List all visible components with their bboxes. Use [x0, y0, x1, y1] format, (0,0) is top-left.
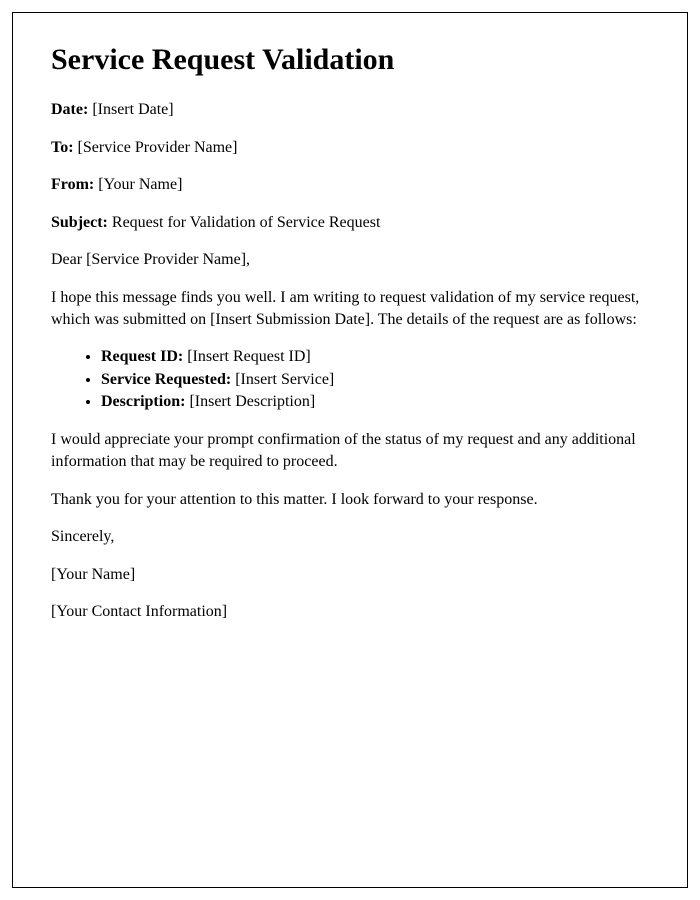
- to-line: To: [Service Provider Name]: [51, 137, 649, 159]
- page-title: Service Request Validation: [51, 43, 649, 77]
- signature-contact: [Your Contact Information]: [51, 601, 649, 623]
- from-value: [Your Name]: [94, 176, 182, 193]
- list-item: Request ID: [Insert Request ID]: [101, 346, 649, 368]
- request-id-value: [Insert Request ID]: [183, 348, 311, 365]
- thanks-paragraph: Thank you for your attention to this mat…: [51, 489, 649, 511]
- salutation: Dear [Service Provider Name],: [51, 249, 649, 271]
- service-requested-value: [Insert Service]: [231, 371, 334, 388]
- description-label: Description:: [101, 393, 185, 410]
- subject-line: Subject: Request for Validation of Servi…: [51, 212, 649, 234]
- from-line: From: [Your Name]: [51, 174, 649, 196]
- service-requested-label: Service Requested:: [101, 371, 231, 388]
- subject-label: Subject:: [51, 214, 108, 231]
- description-value: [Insert Description]: [185, 393, 315, 410]
- list-item: Service Requested: [Insert Service]: [101, 369, 649, 391]
- document-frame: Service Request Validation Date: [Insert…: [12, 12, 688, 888]
- request-details-list: Request ID: [Insert Request ID] Service …: [101, 346, 649, 413]
- to-label: To:: [51, 139, 74, 156]
- date-line: Date: [Insert Date]: [51, 99, 649, 121]
- date-label: Date:: [51, 101, 88, 118]
- subject-value: Request for Validation of Service Reques…: [108, 214, 381, 231]
- date-value: [Insert Date]: [88, 101, 173, 118]
- intro-paragraph: I hope this message finds you well. I am…: [51, 287, 649, 330]
- followup-paragraph: I would appreciate your prompt confirmat…: [51, 429, 649, 472]
- list-item: Description: [Insert Description]: [101, 391, 649, 413]
- closing: Sincerely,: [51, 526, 649, 548]
- request-id-label: Request ID:: [101, 348, 183, 365]
- to-value: [Service Provider Name]: [74, 139, 238, 156]
- from-label: From:: [51, 176, 94, 193]
- signature-name: [Your Name]: [51, 564, 649, 586]
